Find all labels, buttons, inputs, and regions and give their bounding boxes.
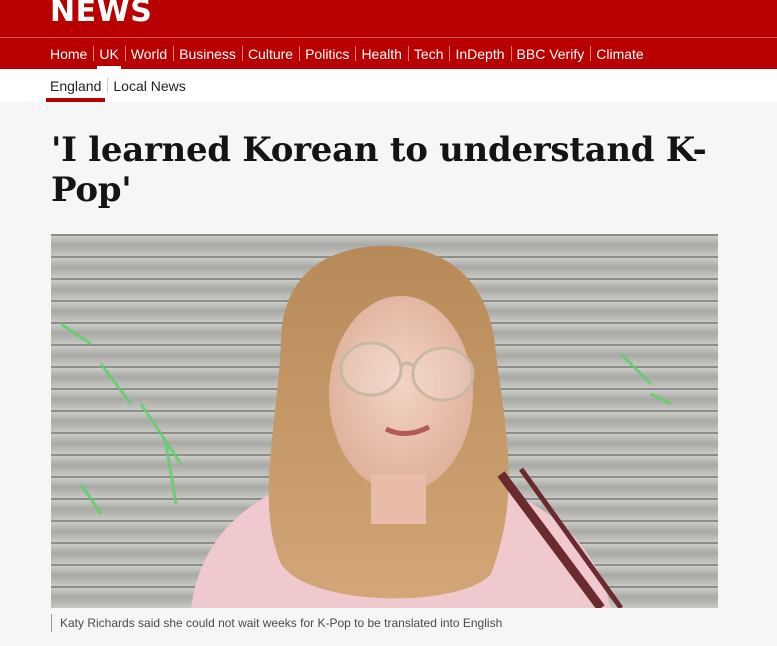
nav-item-bbc-verify[interactable]: BBC Verify <box>510 38 591 69</box>
nav-item-home[interactable]: Home <box>44 38 93 69</box>
nav-item-business[interactable]: Business <box>173 38 242 69</box>
nav-item-indepth[interactable]: InDepth <box>449 38 510 69</box>
primary-nav: Home UK World Business Culture Politics … <box>0 37 777 70</box>
image-caption: Katy Richards said she could not wait we… <box>51 614 502 632</box>
news-logo[interactable]: NEWS <box>50 0 152 29</box>
nav-item-world[interactable]: World <box>124 38 173 69</box>
nav-item-health[interactable]: Health <box>355 38 407 69</box>
subnav-item-england[interactable]: England <box>44 69 107 102</box>
article-headline: 'I learned Korean to understand K-Pop' <box>51 130 707 210</box>
nav-item-culture[interactable]: Culture <box>241 38 299 69</box>
masthead: NEWS <box>0 0 777 37</box>
subnav-item-local-news[interactable]: Local News <box>107 69 191 102</box>
nav-item-tech[interactable]: Tech <box>407 38 450 69</box>
nav-item-politics[interactable]: Politics <box>299 38 355 69</box>
hero-photo-illustration <box>51 234 718 608</box>
nav-item-climate[interactable]: Climate <box>590 38 649 69</box>
secondary-nav: England Local News <box>0 69 777 102</box>
article-hero-image <box>51 234 718 608</box>
nav-item-uk[interactable]: UK <box>93 38 124 70</box>
